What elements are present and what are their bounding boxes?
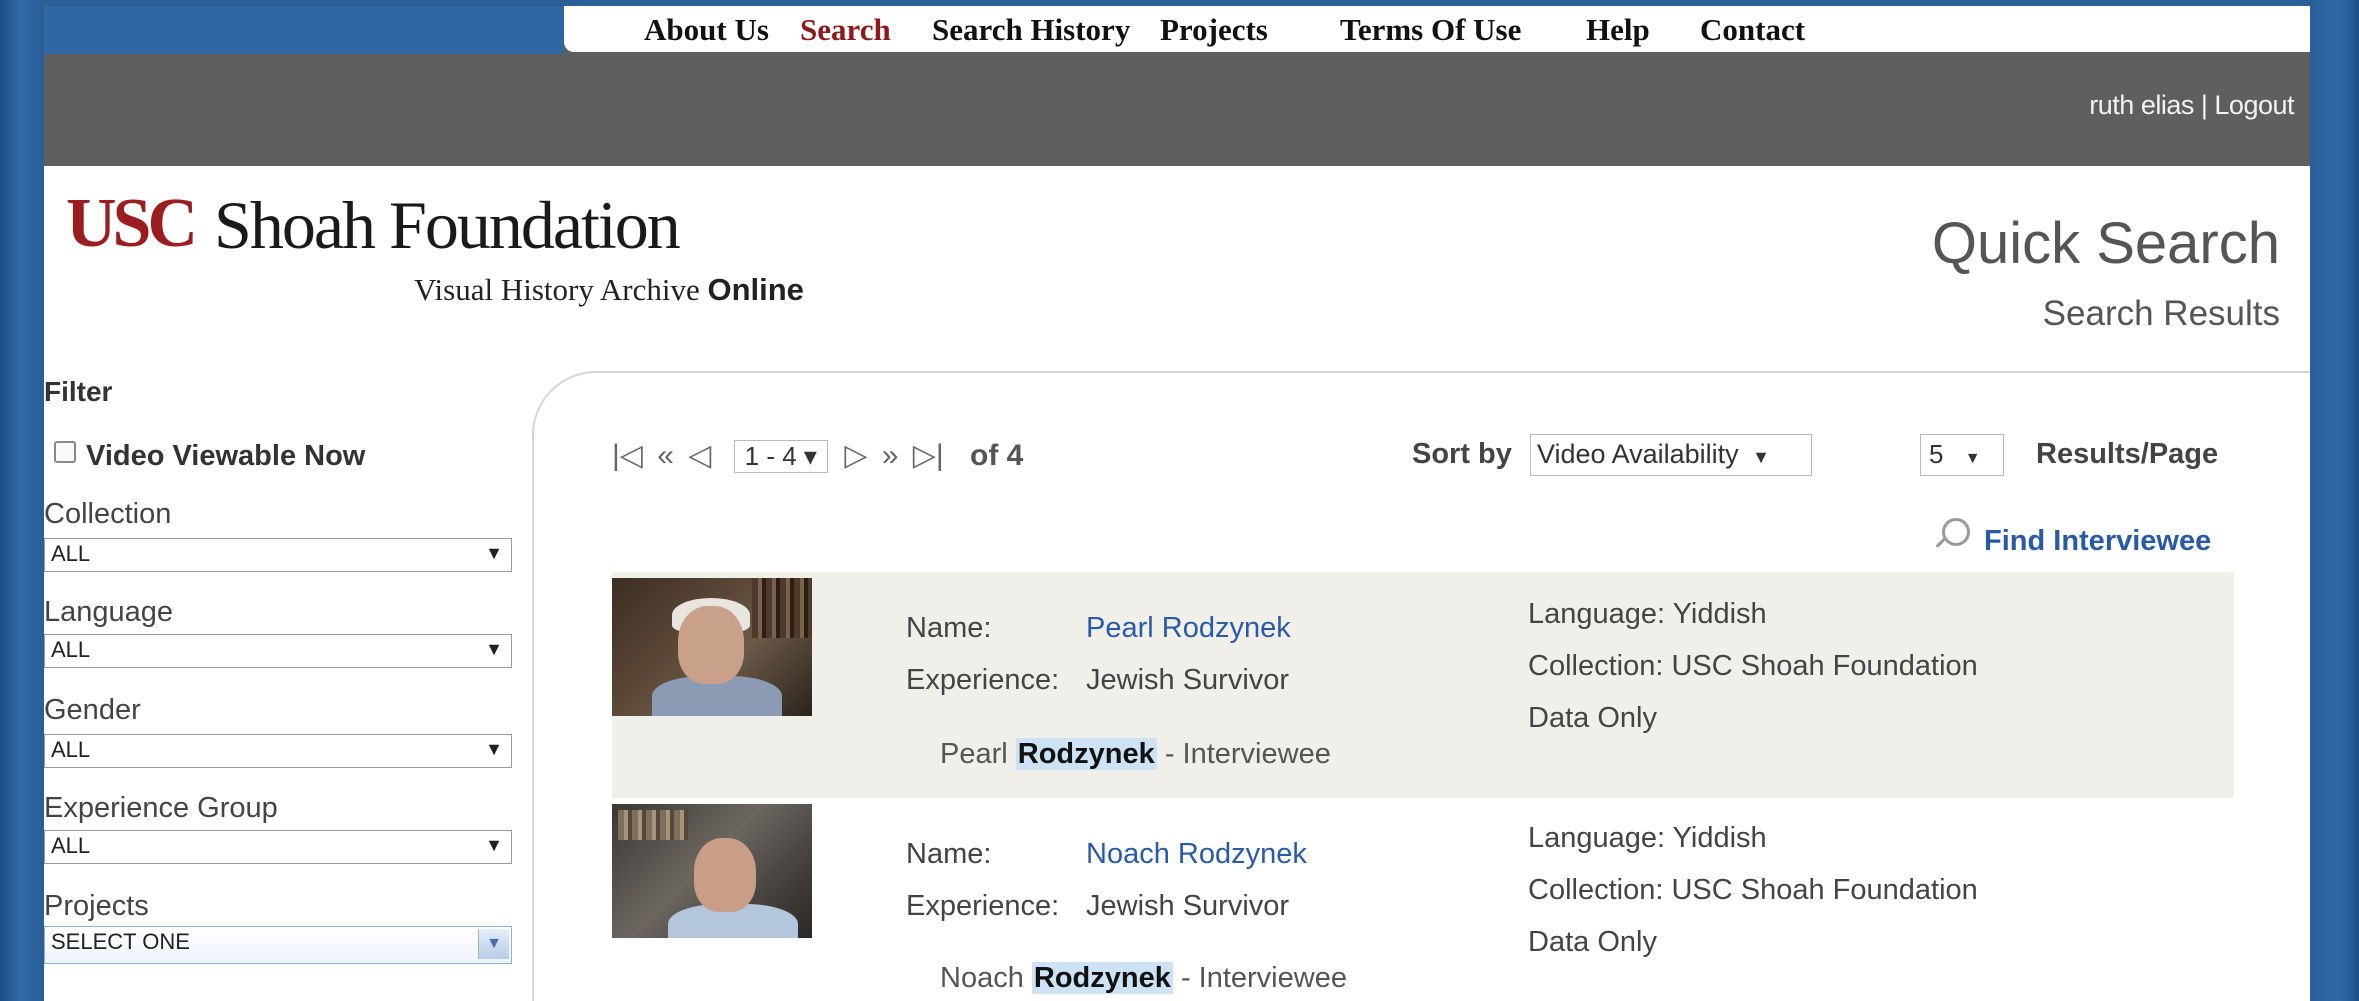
language-select[interactable]: ALL ▼ xyxy=(44,634,512,668)
sort-label: Sort by xyxy=(1412,438,1512,470)
gender-select[interactable]: ALL ▼ xyxy=(44,734,512,768)
first-page-icon[interactable]: |◁ xyxy=(612,438,643,473)
find-interviewee-label: Find Interviewee xyxy=(1984,525,2212,557)
result-row: Name: Noach Rodzynek Experience: Jewish … xyxy=(612,798,2234,1001)
filter-title: Filter xyxy=(44,376,113,407)
chevron-down-icon: ▼ xyxy=(485,639,503,659)
top-band-accent xyxy=(44,6,564,54)
thumbnail-figure-face xyxy=(694,838,756,912)
page-range-value: 1 - 4 xyxy=(744,441,797,471)
thumbnail-background xyxy=(752,578,812,638)
language-info: Language: Yiddish xyxy=(1528,822,1767,854)
nav-about-us[interactable]: About Us xyxy=(644,12,769,48)
app-window: About Us Search Search History Projects … xyxy=(44,6,2310,1001)
snippet-highlight: Rodzynek xyxy=(1031,962,1173,994)
last-page-icon[interactable]: ▷| xyxy=(913,438,944,473)
nav-terms-of-use[interactable]: Terms Of Use xyxy=(1340,12,1521,48)
page-count: of 4 xyxy=(970,439,1024,472)
nav-contact[interactable]: Contact xyxy=(1700,12,1805,48)
logout-link[interactable]: Logout xyxy=(2214,90,2294,120)
video-viewable-checkbox[interactable] xyxy=(54,441,76,463)
search-hit-snippet[interactable]: Pearl Rodzynek - Interviewee xyxy=(940,738,1331,771)
projects-label: Projects xyxy=(44,890,149,922)
chevron-down-icon: ▼ xyxy=(485,739,503,759)
experience-label: Experience: xyxy=(906,890,1060,922)
user-separator: | xyxy=(2200,90,2208,120)
gender-label: Gender xyxy=(44,694,141,726)
snippet-suffix: - Interviewee xyxy=(1164,738,1331,770)
experience-value: Jewish Survivor xyxy=(1086,890,1290,922)
experience-group-select[interactable]: ALL ▼ xyxy=(44,830,512,864)
name-label: Name: xyxy=(906,612,992,644)
interviewee-thumbnail[interactable] xyxy=(612,578,812,716)
user-bar: ruth elias | Logout xyxy=(2089,90,2294,121)
user-name-link[interactable]: ruth elias xyxy=(2089,90,2194,120)
next-page-icon[interactable]: ▷ xyxy=(844,438,867,473)
logo-subtitle-bold: Online xyxy=(707,272,804,307)
sort-value: Video Availability xyxy=(1537,439,1739,469)
collection-select[interactable]: ALL ▼ xyxy=(44,538,512,572)
nav-projects[interactable]: Projects xyxy=(1160,12,1268,48)
projects-value: SELECT ONE xyxy=(51,929,190,954)
result-row: Name: Pearl Rodzynek Experience: Jewish … xyxy=(612,572,2234,798)
chevron-down-icon: ▼ xyxy=(485,543,503,563)
snippet-text: Pearl xyxy=(940,738,1008,770)
name-label: Name: xyxy=(906,838,992,870)
logo-subtitle-text: Visual History Archive xyxy=(414,272,700,307)
page-range-select[interactable]: 1 - 4 ▾ xyxy=(733,440,828,473)
previous-page-icon[interactable]: ◁ xyxy=(688,438,711,473)
thumbnail-figure-face xyxy=(678,606,744,684)
snippet-suffix: - Interviewee xyxy=(1180,962,1347,994)
language-label: Language xyxy=(44,596,174,628)
interviewee-name-link[interactable]: Pearl Rodzynek xyxy=(1086,612,1291,645)
chevron-down-icon: ▼ xyxy=(1752,447,1770,467)
experience-label: Experience: xyxy=(906,664,1060,696)
logo-subtitle: Visual History Archive Online xyxy=(414,272,804,308)
availability-info: Data Only xyxy=(1528,926,1657,958)
snippet-text: Noach xyxy=(940,962,1024,994)
nav-help[interactable]: Help xyxy=(1586,12,1650,48)
experience-value: Jewish Survivor xyxy=(1086,664,1290,696)
chevron-down-icon[interactable]: ▼ xyxy=(478,929,509,959)
collection-info: Collection: USC Shoah Foundation xyxy=(1528,650,1978,682)
results-per-page-value: 5 xyxy=(1929,439,1944,469)
language-value: ALL xyxy=(51,637,91,662)
results-per-page-select[interactable]: 5 ▼ xyxy=(1920,434,2004,476)
find-interviewee-link[interactable]: Find Interviewee xyxy=(1942,518,2211,558)
results-per-page-label: Results/Page xyxy=(2036,438,2219,470)
interviewee-thumbnail[interactable] xyxy=(612,804,812,938)
language-info: Language: Yiddish xyxy=(1528,598,1767,630)
interviewee-name-link[interactable]: Noach Rodzynek xyxy=(1086,838,1307,871)
previous-block-icon[interactable]: « xyxy=(657,439,674,473)
pagination: |◁ « ◁ 1 - 4 ▾ ▷ » ▷| of 4 xyxy=(612,438,1023,473)
sort-select[interactable]: Video Availability ▼ xyxy=(1530,434,1812,476)
chevron-down-icon: ▼ xyxy=(1964,450,1981,467)
logo-name[interactable]: Shoah Foundation xyxy=(214,186,681,265)
snippet-highlight: Rodzynek xyxy=(1015,738,1157,770)
top-navigation: About Us Search Search History Projects … xyxy=(564,6,2310,52)
experience-group-value: ALL xyxy=(51,833,91,858)
collection-value: ALL xyxy=(51,541,91,566)
search-hit-snippet[interactable]: Noach Rodzynek - Interviewee xyxy=(940,962,1347,995)
collection-info: Collection: USC Shoah Foundation xyxy=(1528,874,1978,906)
chevron-down-icon: ▼ xyxy=(485,835,503,855)
projects-select[interactable]: SELECT ONE ▼ xyxy=(44,926,512,964)
search-icon xyxy=(1942,518,1970,546)
availability-info: Data Only xyxy=(1528,702,1657,734)
thumbnail-background xyxy=(618,810,688,840)
page-subtitle: Search Results xyxy=(2042,294,2280,333)
gender-value: ALL xyxy=(51,737,91,762)
nav-search[interactable]: Search xyxy=(800,12,891,48)
video-viewable-label: Video Viewable Now xyxy=(86,440,366,472)
video-viewable-option[interactable]: Video Viewable Now xyxy=(54,440,365,473)
logo-usc[interactable]: USC xyxy=(66,184,198,264)
experience-group-label: Experience Group xyxy=(44,792,278,824)
collection-label: Collection xyxy=(44,498,172,530)
page-title: Quick Search xyxy=(1931,211,2280,276)
nav-search-history[interactable]: Search History xyxy=(932,12,1130,48)
next-block-icon[interactable]: » xyxy=(882,439,899,473)
